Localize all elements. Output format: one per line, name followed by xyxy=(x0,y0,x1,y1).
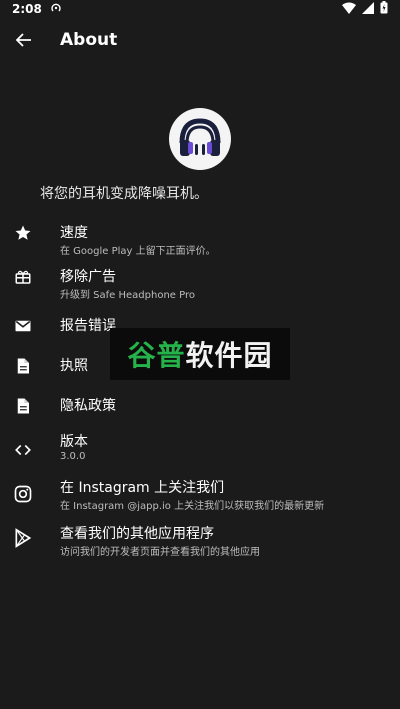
item-label: 查看我们的其他应用程序 xyxy=(60,526,214,542)
privacy-policy-item[interactable]: 隐私政策 xyxy=(0,395,400,435)
instagram-item[interactable]: 在 Instagram 上关注我们 在 Instagram @japp.io 上… xyxy=(0,477,400,517)
item-label: 报告错误 xyxy=(60,318,116,334)
signal-icon xyxy=(362,1,374,17)
status-time: 2:08 xyxy=(12,2,42,16)
item-subtitle: 访问我们的开发者页面并查看我们的其他应用 xyxy=(60,547,260,558)
other-apps-item[interactable]: 查看我们的其他应用程序 访问我们的开发者页面并查看我们的其他应用 xyxy=(0,523,400,563)
page-title: About xyxy=(60,30,118,50)
gift-icon xyxy=(12,266,34,288)
watermark-part1: 谷普 xyxy=(127,339,186,372)
document-icon xyxy=(12,355,34,377)
watermark-part2: 软件园 xyxy=(185,339,273,372)
code-icon xyxy=(12,439,34,461)
version-item[interactable]: 版本 3.0.0 xyxy=(0,431,400,471)
item-label: 在 Instagram 上关注我们 xyxy=(60,480,225,496)
app-bar: About xyxy=(0,22,400,62)
back-button[interactable] xyxy=(10,28,38,56)
rate-app-item[interactable]: 速度 在 Google Play 上留下正面评价。 xyxy=(0,222,400,262)
item-subtitle: 升级到 Safe Headphone Pro xyxy=(60,290,195,301)
item-label: 隐私政策 xyxy=(60,398,116,414)
tagline: 将您的耳机变成降噪耳机。 xyxy=(40,186,208,202)
watermark: 谷普软件园 xyxy=(110,328,290,380)
instagram-icon xyxy=(12,483,34,505)
play-store-icon xyxy=(12,527,34,549)
item-subtitle: 在 Google Play 上留下正面评价。 xyxy=(60,246,216,257)
hotspot-icon xyxy=(50,2,62,17)
star-icon xyxy=(12,222,34,244)
remove-ads-item[interactable]: 移除广告 升级到 Safe Headphone Pro xyxy=(0,266,400,306)
document-icon xyxy=(12,395,34,417)
wifi-icon xyxy=(342,2,356,17)
item-subtitle: 3.0.0 xyxy=(60,451,86,462)
item-subtitle: 在 Instagram @japp.io 上关注我们以获取我们的最新更新 xyxy=(60,501,325,512)
item-label: 速度 xyxy=(60,225,88,241)
item-label: 移除广告 xyxy=(60,269,116,285)
item-label: 版本 xyxy=(60,434,88,450)
battery-icon xyxy=(380,1,388,17)
item-label: 执照 xyxy=(60,358,88,374)
mail-icon xyxy=(12,315,34,337)
app-logo xyxy=(168,107,232,171)
arrow-back-icon xyxy=(15,31,33,53)
status-bar: 2:08 xyxy=(0,0,400,18)
